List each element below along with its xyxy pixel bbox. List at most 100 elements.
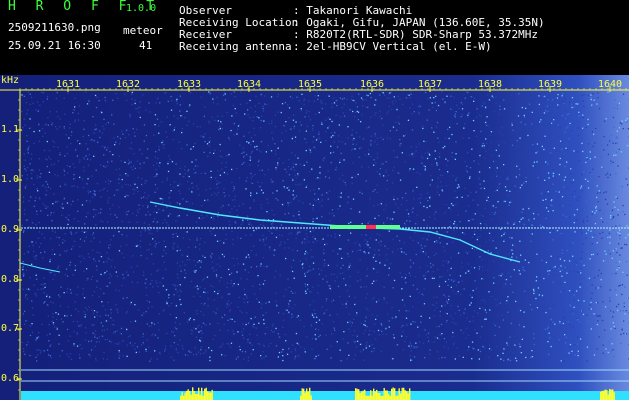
noise-dot [168, 197, 170, 199]
noise-dot [570, 130, 573, 132]
noise-dot [90, 159, 92, 161]
noise-dot [479, 178, 481, 180]
noise-dot [621, 328, 623, 330]
noise-dot [112, 319, 115, 321]
noise-dot [498, 326, 501, 328]
noise-dot [473, 249, 475, 251]
noise-dot [155, 280, 157, 282]
noise-dot [503, 108, 506, 110]
noise-dot [381, 330, 383, 332]
noise-dot [215, 312, 217, 314]
noise-dot [89, 355, 92, 357]
noise-dot [547, 99, 549, 101]
noise-dot [95, 106, 98, 109]
noise-dot [612, 316, 614, 318]
noise-dot [590, 177, 592, 179]
noise-dot [490, 131, 493, 133]
noise-dot [25, 170, 27, 172]
noise-dot [212, 101, 215, 104]
noise-dot [375, 239, 377, 241]
noise-dot [99, 315, 101, 317]
noise-dot [421, 293, 423, 295]
noise-dot [262, 240, 265, 242]
noise-dot [110, 341, 113, 343]
noise-dot [158, 146, 160, 148]
noise-dot [198, 194, 200, 196]
noise-dot [543, 95, 545, 98]
noise-dot [191, 202, 193, 205]
noise-dot [100, 208, 102, 210]
noise-dot [69, 335, 71, 337]
noise-dot [308, 115, 310, 118]
noise-dot [62, 239, 64, 241]
noise-dot [31, 177, 33, 179]
noise-dot [378, 215, 380, 217]
noise-dot [156, 358, 158, 360]
noise-dot [219, 125, 221, 128]
noise-dot [597, 274, 599, 277]
noise-dot [158, 132, 160, 134]
noise-dot [250, 172, 252, 175]
noise-dot [330, 235, 332, 237]
noise-dot [85, 279, 88, 281]
noise-dot [166, 136, 168, 138]
noise-dot [258, 159, 260, 161]
noise-dot [221, 162, 223, 164]
noise-dot [561, 148, 563, 150]
noise-dot [241, 152, 243, 154]
noise-dot [450, 286, 452, 288]
noise-dot [316, 138, 319, 140]
noise-dot [136, 245, 138, 247]
noise-dot [437, 177, 439, 179]
noise-dot [498, 155, 500, 157]
noise-dot [607, 176, 609, 179]
noise-dot [602, 221, 604, 223]
noise-dot [515, 357, 517, 359]
noise-dot [304, 275, 306, 277]
noise-dot [524, 182, 527, 184]
noise-dot [433, 315, 435, 317]
noise-dot [614, 327, 616, 330]
noise-dot [73, 240, 76, 242]
noise-dot [509, 201, 511, 204]
noise-dot [46, 189, 48, 192]
noise-dot [231, 115, 233, 117]
noise-dot [545, 261, 547, 264]
noise-dot [305, 233, 307, 235]
noise-dot [458, 107, 460, 110]
intensity-burst [368, 395, 370, 400]
x-tick-label: 1638 [478, 79, 503, 90]
noise-dot [587, 180, 589, 182]
noise-dot [380, 136, 382, 139]
noise-dot [285, 257, 287, 260]
noise-dot [205, 189, 207, 191]
noise-dot [31, 323, 33, 325]
noise-dot [388, 230, 390, 232]
noise-dot [46, 98, 48, 100]
noise-dot [500, 275, 502, 277]
noise-dot [178, 141, 180, 143]
noise-dot [185, 272, 187, 274]
noise-dot [191, 191, 193, 193]
noise-dot [159, 102, 161, 104]
noise-dot [336, 313, 338, 316]
noise-dot [66, 249, 68, 251]
noise-dot [596, 192, 599, 194]
noise-dot [265, 236, 267, 239]
noise-dot [500, 217, 502, 219]
noise-dot [411, 208, 413, 210]
noise-dot [446, 243, 448, 245]
noise-dot [59, 154, 61, 156]
noise-dot [268, 345, 270, 347]
noise-dot [343, 278, 345, 280]
noise-dot [540, 119, 542, 121]
noise-dot [250, 192, 252, 194]
noise-dot [46, 295, 48, 298]
noise-dot [382, 138, 384, 141]
noise-dot [470, 176, 472, 179]
noise-dot [64, 216, 67, 218]
noise-dot [408, 154, 410, 156]
noise-dot [94, 316, 96, 318]
noise-dot [50, 237, 52, 240]
noise-dot [603, 120, 606, 122]
